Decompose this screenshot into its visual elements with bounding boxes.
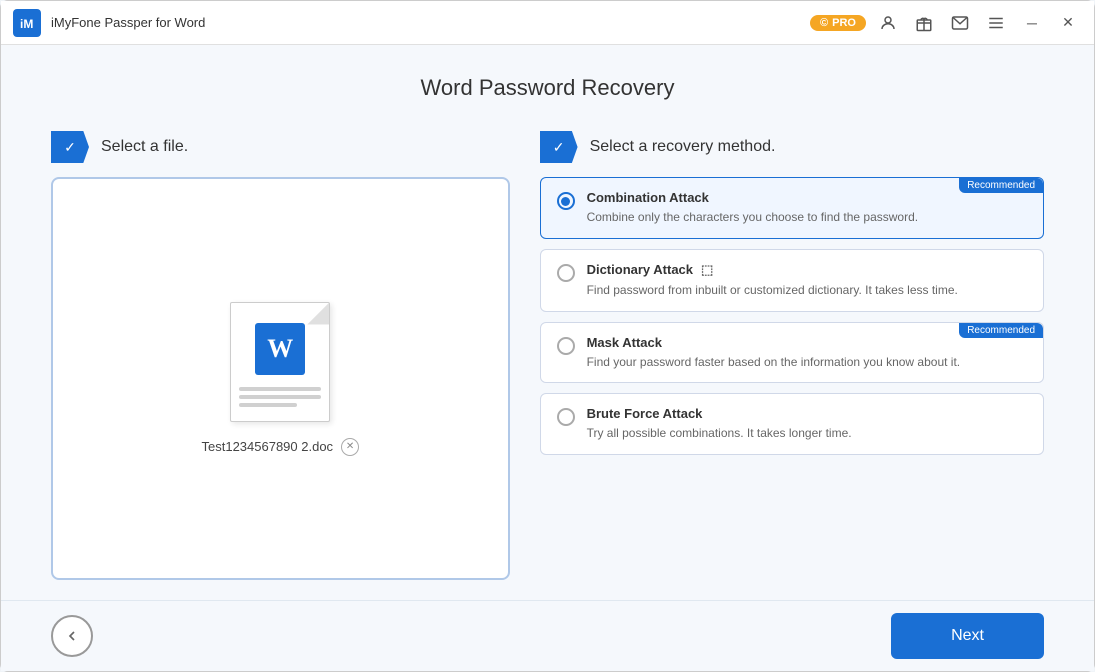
content-area: ✓ Select a file. W — [51, 131, 1044, 580]
close-button[interactable]: ✕ — [1054, 9, 1082, 37]
remove-file-button[interactable]: ✕ — [341, 438, 359, 456]
file-drop-area[interactable]: W Test1234567890 2.doc ✕ — [51, 177, 510, 580]
gift-icon[interactable] — [910, 9, 938, 37]
option-desc-brute: Try all possible combinations. It takes … — [587, 425, 1027, 442]
pro-label: PRO — [832, 17, 856, 29]
option-desc-combination: Combine only the characters you choose t… — [587, 209, 1027, 226]
file-name: Test1234567890 2.doc — [202, 439, 334, 454]
step1-header: ✓ Select a file. — [51, 131, 510, 163]
option-title-brute: Brute Force Attack — [587, 406, 1027, 421]
titlebar-actions: © PRO ─ ✕ — [810, 9, 1082, 37]
minimize-button[interactable]: ─ — [1018, 9, 1046, 37]
option-content-combination: Combination Attack Combine only the char… — [587, 190, 1027, 226]
step1-label: Select a file. — [101, 138, 188, 156]
word-w-badge: W — [255, 323, 305, 375]
radio-dictionary[interactable] — [557, 264, 575, 282]
option-title-dictionary: Dictionary Attack ⬚ — [587, 262, 1027, 278]
app-logo: iM — [13, 9, 41, 37]
menu-icon[interactable] — [982, 9, 1010, 37]
option-brute[interactable]: Brute Force Attack Try all possible comb… — [540, 393, 1044, 455]
dictionary-icon: ⬚ — [701, 262, 713, 278]
step1-checkmark: ✓ — [51, 131, 89, 163]
step2-badge: ✓ — [540, 131, 578, 163]
step2-header: ✓ Select a recovery method. — [540, 131, 1044, 163]
radio-mask[interactable] — [557, 337, 575, 355]
option-desc-mask: Find your password faster based on the i… — [587, 354, 1027, 371]
doc-lines — [239, 387, 321, 411]
user-icon[interactable] — [874, 9, 902, 37]
word-doc-icon: W — [230, 302, 330, 422]
mail-icon[interactable] — [946, 9, 974, 37]
option-title-combination: Combination Attack — [587, 190, 1027, 205]
svg-text:iM: iM — [20, 17, 33, 31]
radio-combination[interactable] — [557, 192, 575, 210]
option-content-dictionary: Dictionary Attack ⬚ Find password from i… — [587, 262, 1027, 299]
doc-line-1 — [239, 387, 321, 391]
doc-page: W — [230, 302, 330, 422]
bottom-bar: Next — [1, 600, 1094, 671]
doc-line-3 — [239, 403, 296, 407]
file-name-row: Test1234567890 2.doc ✕ — [202, 438, 360, 456]
app-title: iMyFone Passper for Word — [51, 15, 810, 30]
next-button[interactable]: Next — [891, 613, 1044, 659]
right-panel: ✓ Select a recovery method. Recommended … — [540, 131, 1044, 580]
main-content: Word Password Recovery ✓ Select a file. … — [1, 45, 1094, 600]
step2-checkmark: ✓ — [540, 131, 578, 163]
back-button[interactable] — [51, 615, 93, 657]
option-desc-dictionary: Find password from inbuilt or customized… — [587, 282, 1027, 299]
pro-icon: © — [820, 17, 828, 29]
recommended-badge-mask: Recommended — [959, 323, 1043, 338]
doc-corner — [307, 303, 329, 325]
doc-line-2 — [239, 395, 321, 399]
recovery-options: Recommended Combination Attack Combine o… — [540, 177, 1044, 580]
option-mask[interactable]: Recommended Mask Attack Find your passwo… — [540, 322, 1044, 384]
option-content-mask: Mask Attack Find your password faster ba… — [587, 335, 1027, 371]
option-content-brute: Brute Force Attack Try all possible comb… — [587, 406, 1027, 442]
step2-label: Select a recovery method. — [590, 138, 776, 156]
option-dictionary[interactable]: Dictionary Attack ⬚ Find password from i… — [540, 249, 1044, 312]
pro-badge[interactable]: © PRO — [810, 15, 866, 31]
titlebar: iM iMyFone Passper for Word © PRO — [1, 1, 1094, 45]
option-combination[interactable]: Recommended Combination Attack Combine o… — [540, 177, 1044, 239]
radio-dot-combination — [561, 197, 570, 206]
step1-badge: ✓ — [51, 131, 89, 163]
page-title: Word Password Recovery — [421, 75, 675, 101]
left-panel: ✓ Select a file. W — [51, 131, 510, 580]
recommended-badge-combination: Recommended — [959, 178, 1043, 193]
radio-brute[interactable] — [557, 408, 575, 426]
